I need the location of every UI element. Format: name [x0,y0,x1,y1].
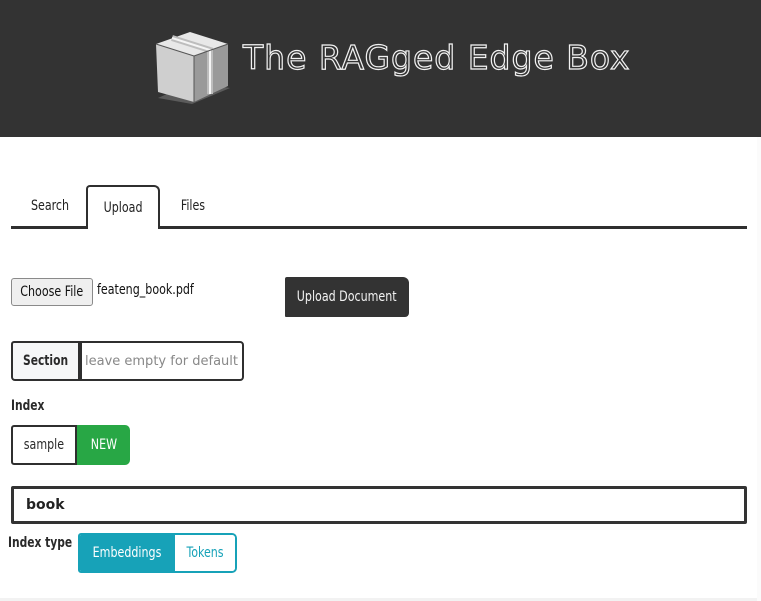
section-label: Section [11,341,80,381]
app-title: The RAGged Edge Box [242,37,631,77]
tab-search[interactable]: Search [28,185,72,227]
index-option-sample[interactable]: sample [11,425,77,465]
index-type-tokens[interactable]: Tokens [175,535,235,571]
index-type-embeddings[interactable]: Embeddings [80,535,175,571]
tab-bar: Search Upload Files [11,185,747,229]
tab-upload-label: Upload [103,200,143,216]
section-field-group: Section [11,341,244,381]
scrollbar[interactable] [757,137,761,601]
index-type-tokens-label: Tokens [186,545,224,561]
upload-document-button[interactable]: Upload Document [285,277,409,317]
section-label-text: Section [22,353,69,369]
app-header: The RAGged Edge Box [0,0,761,137]
section-input[interactable] [80,341,244,381]
index-selector: sample NEW [11,425,130,465]
index-type-label: Index type [8,535,73,551]
tab-upload[interactable]: Upload [86,185,160,229]
new-index-name-input[interactable] [11,486,747,524]
choose-file-button[interactable]: Choose File [11,278,93,306]
upload-document-label: Upload Document [297,289,397,305]
selected-file-name: feateng_book.pdf [97,282,194,298]
index-type-selector: Embeddings Tokens [78,533,237,573]
index-option-new[interactable]: NEW [77,425,130,465]
choose-file-label: Choose File [20,284,84,300]
cardboard-box-icon [155,32,230,104]
tab-files[interactable]: Files [178,185,208,227]
index-option-sample-label: sample [23,437,65,453]
index-label: Index [11,398,45,414]
index-option-new-label: NEW [90,437,117,453]
index-type-embeddings-label: Embeddings [93,545,162,561]
